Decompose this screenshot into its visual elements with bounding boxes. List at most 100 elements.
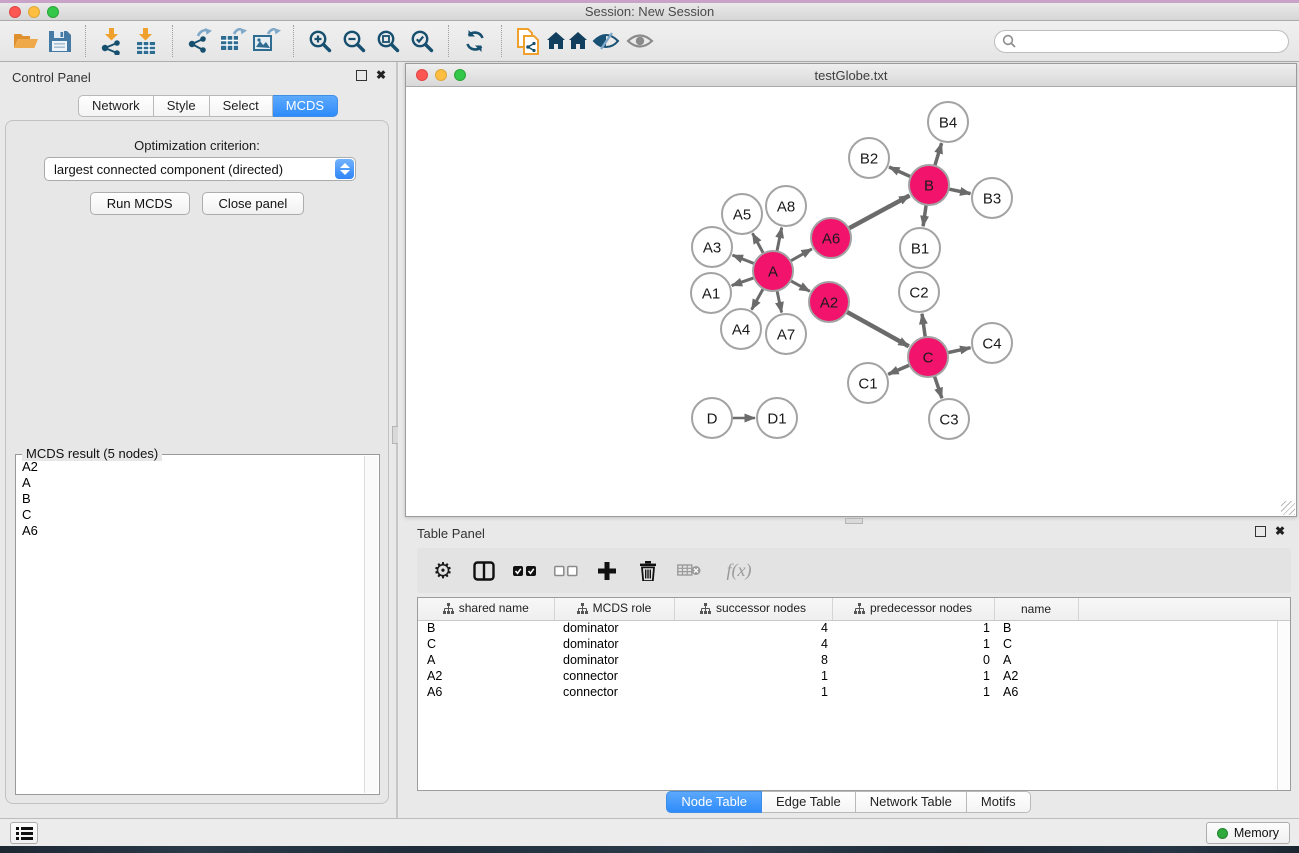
table-cell[interactable]: A — [994, 652, 1078, 668]
table-cell[interactable]: dominator — [554, 620, 674, 636]
task-history-button[interactable] — [10, 822, 38, 844]
export-network-icon[interactable] — [182, 24, 216, 58]
graph-edge-A2-C[interactable] — [846, 311, 909, 346]
graph-node-A8[interactable]: A8 — [766, 186, 806, 226]
tab-network[interactable]: Network — [78, 95, 154, 117]
graph-node-C[interactable]: C — [908, 337, 948, 377]
tab-edge-table[interactable]: Edge Table — [762, 791, 856, 813]
tab-style[interactable]: Style — [154, 95, 210, 117]
home-icon[interactable] — [545, 24, 589, 58]
graph-edge-B-B3[interactable] — [948, 189, 971, 194]
graph-node-C4[interactable]: C4 — [972, 323, 1012, 363]
zoom-fit-icon[interactable] — [371, 24, 405, 58]
column-header-successor-nodes[interactable]: successor nodes — [674, 598, 832, 620]
graph-edge-A-A8[interactable] — [777, 228, 782, 253]
graph-edge-A-A2[interactable] — [790, 280, 810, 291]
export-table-icon[interactable] — [216, 24, 250, 58]
graph-edge-A-A3[interactable] — [733, 255, 756, 264]
table-cell[interactable]: C — [418, 636, 554, 652]
float-panel-icon[interactable] — [356, 70, 367, 81]
zoom-in-icon[interactable] — [303, 24, 337, 58]
graph-node-A[interactable]: A — [753, 251, 793, 291]
table-cell[interactable]: connector — [554, 684, 674, 700]
show-eye-icon[interactable] — [623, 24, 657, 58]
column-header-mcds-role[interactable]: MCDS role — [554, 598, 674, 620]
column-header-name[interactable]: name — [994, 598, 1078, 620]
table-cell[interactable]: C — [994, 636, 1078, 652]
graph-edge-C-C2[interactable] — [922, 314, 925, 338]
graph-node-A7[interactable]: A7 — [766, 314, 806, 354]
hide-panels-eye-icon[interactable] — [589, 24, 623, 58]
graph-edge-A-A7[interactable] — [777, 290, 782, 313]
import-network-icon[interactable] — [95, 24, 129, 58]
split-view-icon[interactable] — [472, 559, 496, 583]
graph-node-B3[interactable]: B3 — [972, 178, 1012, 218]
close-panel-button[interactable]: Close panel — [202, 192, 305, 215]
mcds-result-item[interactable]: A6 — [17, 523, 364, 539]
graph-edge-C-C4[interactable] — [947, 348, 971, 353]
graph-edge-A-A6[interactable] — [790, 249, 812, 262]
graph-node-A3[interactable]: A3 — [692, 227, 732, 267]
graph-edge-A-A1[interactable] — [732, 277, 755, 285]
table-cell[interactable]: B — [994, 620, 1078, 636]
table-cell[interactable]: connector — [554, 668, 674, 684]
table-cell[interactable]: A — [418, 652, 554, 668]
table-cell[interactable]: 8 — [674, 652, 832, 668]
close-table-panel-icon[interactable]: ✖ — [1275, 525, 1285, 538]
graph-edge-A6-B[interactable] — [848, 196, 910, 230]
graph-node-C3[interactable]: C3 — [929, 399, 969, 439]
graph-node-A2[interactable]: A2 — [809, 282, 849, 322]
criterion-select[interactable]: largest connected component (directed) — [44, 157, 356, 181]
export-image-icon[interactable] — [250, 24, 284, 58]
graph-node-B2[interactable]: B2 — [849, 138, 889, 178]
table-row[interactable]: A6connector11A6 — [418, 684, 1290, 700]
table-cell[interactable]: dominator — [554, 636, 674, 652]
tab-network-table[interactable]: Network Table — [856, 791, 967, 813]
tab-mcds[interactable]: MCDS — [273, 95, 338, 117]
resize-grip-icon[interactable] — [1281, 501, 1295, 515]
zoom-selected-icon[interactable] — [405, 24, 439, 58]
table-cell[interactable]: A6 — [994, 684, 1078, 700]
save-session-icon[interactable] — [42, 24, 76, 58]
table-cell[interactable]: 0 — [832, 652, 994, 668]
table-cell[interactable]: 4 — [674, 620, 832, 636]
graph-edge-A-A4[interactable] — [752, 288, 764, 310]
network-canvas[interactable]: A5A8A3AA1A4A7A6A2B2B4BB3B1C2CC4C1C3DD1 — [406, 87, 1296, 516]
graph-edge-C-C3[interactable] — [934, 375, 942, 398]
table-cell[interactable]: 1 — [832, 684, 994, 700]
table-row[interactable]: Adominator80A — [418, 652, 1290, 668]
graph-node-B4[interactable]: B4 — [928, 102, 968, 142]
table-cell[interactable]: 1 — [832, 668, 994, 684]
graph-node-D1[interactable]: D1 — [757, 398, 797, 438]
tab-node-table[interactable]: Node Table — [666, 791, 762, 813]
table-cell[interactable]: 1 — [674, 684, 832, 700]
table-cell[interactable]: A2 — [994, 668, 1078, 684]
table-scrollbar[interactable] — [1277, 621, 1290, 790]
open-session-icon[interactable] — [8, 24, 42, 58]
graph-edge-B-B4[interactable] — [935, 143, 942, 167]
float-table-panel-icon[interactable] — [1255, 526, 1266, 537]
graph-edge-B-B2[interactable] — [889, 167, 912, 177]
delete-column-trash-icon[interactable] — [636, 559, 660, 583]
table-row[interactable]: A2connector11A2 — [418, 668, 1290, 684]
graph-node-C1[interactable]: C1 — [848, 363, 888, 403]
table-row[interactable]: Cdominator41C — [418, 636, 1290, 652]
table-row[interactable]: Bdominator41B — [418, 620, 1290, 636]
mcds-result-item[interactable]: C — [17, 507, 364, 523]
zoom-out-icon[interactable] — [337, 24, 371, 58]
graph-node-B[interactable]: B — [909, 165, 949, 205]
graph-node-D[interactable]: D — [692, 398, 732, 438]
table-cell[interactable]: 1 — [832, 636, 994, 652]
mcds-result-item[interactable]: A — [17, 475, 364, 491]
graph-node-B1[interactable]: B1 — [900, 228, 940, 268]
memory-button[interactable]: Memory — [1206, 822, 1290, 844]
table-cell[interactable]: B — [418, 620, 554, 636]
refresh-view-icon[interactable] — [458, 24, 492, 58]
graph-node-C2[interactable]: C2 — [899, 272, 939, 312]
table-cell[interactable]: 1 — [674, 668, 832, 684]
table-cell[interactable]: A2 — [418, 668, 554, 684]
graph-node-A4[interactable]: A4 — [721, 309, 761, 349]
table-cell[interactable]: 1 — [832, 620, 994, 636]
column-header-shared-name[interactable]: shared name — [418, 598, 554, 620]
select-all-checkboxes-icon[interactable] — [513, 559, 537, 583]
